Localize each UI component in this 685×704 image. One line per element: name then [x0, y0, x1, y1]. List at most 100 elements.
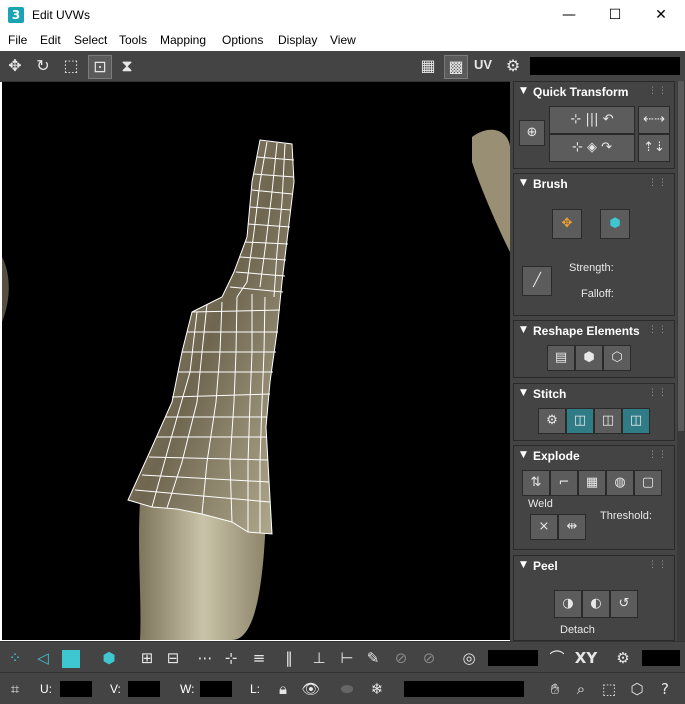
pan-icon[interactable]: ✋︎	[544, 678, 566, 700]
render-icon[interactable]: ⚙	[612, 647, 634, 669]
checker-icon[interactable]: ▦	[417, 55, 439, 77]
loop-grow-icon[interactable]: ⊹	[220, 647, 242, 669]
close-button[interactable]: ✕	[638, 0, 684, 30]
stitch-average-icon[interactable]: ◫	[594, 408, 622, 434]
space-vertical-button[interactable]: ⇡⇣	[638, 134, 670, 162]
zoom-region-icon[interactable]: ⬚	[598, 678, 620, 700]
freeform-icon[interactable]: ⊡	[88, 55, 112, 79]
relax-icon[interactable]: ⬡	[603, 345, 631, 371]
stitch-to-target-icon[interactable]: ◫	[566, 408, 594, 434]
space-horizontal-button[interactable]: ⇠⇢	[638, 106, 670, 134]
ring-grow-icon[interactable]: ‖	[278, 647, 300, 669]
soft-select-value[interactable]	[488, 650, 538, 666]
w-field[interactable]	[200, 681, 232, 697]
help-icon[interactable]: ?	[654, 678, 676, 700]
collapse-icon[interactable]: ▼	[520, 450, 527, 460]
paint-grow-icon[interactable]: ⊘	[390, 647, 412, 669]
ring-icon[interactable]: ≡	[248, 647, 270, 669]
xy-label[interactable]: XY	[572, 647, 600, 669]
select-grow-icon[interactable]: ⊞	[136, 647, 158, 669]
v-field[interactable]	[128, 681, 160, 697]
vertex-mode-icon[interactable]: ⁘	[4, 647, 26, 669]
zoom-icon[interactable]: ⌕	[570, 678, 592, 700]
grip-icon[interactable]: ⋮⋮	[648, 325, 668, 335]
detach-edge-icon[interactable]: ⌐	[550, 470, 578, 496]
rollout-title[interactable]: Reshape Elements	[533, 324, 640, 338]
menu-mapping[interactable]: Mapping	[160, 33, 206, 47]
falloff-curve-icon[interactable]: ⌒	[546, 647, 568, 669]
zoom-extents-icon[interactable]: ⬡	[626, 678, 648, 700]
peel-mode-icon[interactable]: ◐	[582, 590, 610, 618]
explode-grid-icon[interactable]: ▦	[578, 470, 606, 496]
rollout-title[interactable]: Explode	[533, 449, 580, 463]
checker-map-icon[interactable]: ▩	[444, 55, 468, 79]
explode-sphere-icon[interactable]: ◍	[606, 470, 634, 496]
selection-field[interactable]	[404, 681, 524, 697]
collapse-icon[interactable]: ▼	[520, 560, 527, 570]
menu-options[interactable]: Options	[222, 33, 263, 47]
uv-canvas[interactable]	[2, 82, 510, 640]
rollout-title[interactable]: Brush	[533, 177, 568, 191]
texture-settings-icon[interactable]: ⚙	[502, 55, 524, 77]
stitch-custom-icon[interactable]: ⚙	[538, 408, 566, 434]
scale-icon[interactable]: ⬚	[60, 55, 82, 77]
lock-icon[interactable]: 🔒︎	[272, 678, 294, 700]
edge-select-icon[interactable]: ⊢	[336, 647, 358, 669]
align-vertical-button[interactable]: ⊹ ◈ ↷	[549, 134, 635, 162]
quick-peel-icon[interactable]: ◑	[554, 590, 582, 618]
panel-scrollbar[interactable]	[677, 81, 685, 641]
relax-brush-icon[interactable]: ⬢	[600, 209, 630, 239]
element-mode-icon[interactable]: ⬢	[98, 647, 120, 669]
explode-outline-icon[interactable]: ▢	[634, 470, 662, 496]
uv-toggle-label[interactable]: UV	[474, 57, 492, 72]
grip-icon[interactable]: ⋮⋮	[648, 178, 668, 188]
maximize-button[interactable]: ☐	[592, 0, 638, 30]
weld-selected-icon[interactable]: ⨯	[530, 514, 558, 540]
polygon-mode-icon[interactable]	[60, 647, 82, 669]
falloff-curve-icon[interactable]: ╱	[522, 266, 552, 296]
collapse-icon[interactable]: ▼	[520, 86, 527, 96]
render-value[interactable]	[642, 650, 680, 666]
collapse-icon[interactable]: ▼	[520, 388, 527, 398]
grip-icon[interactable]: ⋮⋮	[648, 560, 668, 570]
rollout-title[interactable]: Quick Transform	[533, 85, 628, 99]
minimize-button[interactable]: —	[546, 0, 592, 30]
rollout-title[interactable]: Stitch	[533, 387, 566, 401]
paint-select-icon[interactable]: ✎	[362, 647, 384, 669]
relax-until-flat-icon[interactable]: ⬢	[575, 345, 603, 371]
paint-move-icon[interactable]: ✥	[552, 209, 582, 239]
snap-center-button[interactable]: ⊕	[519, 120, 545, 146]
rollout-title[interactable]: Peel	[533, 559, 558, 573]
menu-tools[interactable]: Tools	[119, 33, 147, 47]
align-horizontal-button[interactable]: ⊹ ||| ↶	[549, 106, 635, 134]
hide-icon[interactable]: ⬬	[336, 678, 358, 700]
collapse-icon[interactable]: ▼	[520, 325, 527, 335]
texture-dropdown[interactable]	[530, 57, 680, 75]
mirror-icon[interactable]: ⧗	[116, 55, 138, 77]
loop-icon[interactable]: ⋯	[194, 647, 216, 669]
grip-icon[interactable]: ⋮⋮	[648, 450, 668, 460]
soft-select-icon[interactable]: ◎	[458, 647, 480, 669]
move-icon[interactable]: ✥	[4, 55, 26, 77]
select-shrink-icon[interactable]: ⊟	[162, 647, 184, 669]
eye-icon[interactable]: 👁︎	[300, 678, 322, 700]
menu-display[interactable]: Display	[278, 33, 317, 47]
collapse-icon[interactable]: ▼	[520, 178, 527, 188]
paint-shrink-icon[interactable]: ⊘	[418, 647, 440, 669]
break-icon[interactable]: ⇅	[522, 470, 550, 496]
freeze-icon[interactable]: ❄	[366, 678, 388, 700]
straighten-icon[interactable]: ▤	[547, 345, 575, 371]
stitch-to-source-icon[interactable]: ◫	[622, 408, 650, 434]
weld-target-icon[interactable]: ⇹	[558, 514, 586, 540]
grip-icon[interactable]: ⋮⋮	[648, 86, 668, 96]
u-field[interactable]	[60, 681, 92, 697]
grip-icon[interactable]: ⋮⋮	[648, 388, 668, 398]
rotate-icon[interactable]: ↻	[32, 55, 54, 77]
point-to-point-icon[interactable]: ⊥	[308, 647, 330, 669]
menu-select[interactable]: Select	[74, 33, 107, 47]
edge-mode-icon[interactable]: ◁	[32, 647, 54, 669]
uv-viewport[interactable]	[2, 82, 510, 640]
menu-edit[interactable]: Edit	[40, 33, 61, 47]
scroll-thumb[interactable]	[678, 81, 684, 431]
menu-view[interactable]: View	[330, 33, 356, 47]
